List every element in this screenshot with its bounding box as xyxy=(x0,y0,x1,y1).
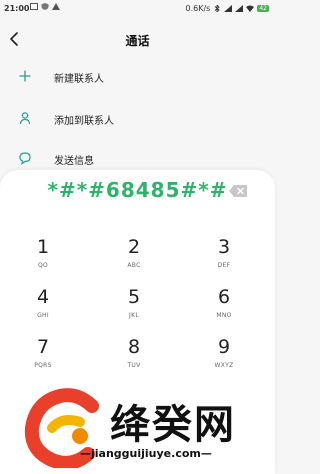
key-digit: 6 xyxy=(217,286,231,308)
key-letters: PQRS xyxy=(34,362,52,369)
add-to-contact-item[interactable]: 添加到联系人 xyxy=(0,104,275,134)
watermark-text: 绛癸网 xyxy=(110,402,236,448)
status-time: 21:00 xyxy=(4,4,30,13)
backspace-icon[interactable] xyxy=(228,184,248,198)
key-digit: 7 xyxy=(36,336,50,358)
app-header: 通话 xyxy=(0,26,275,54)
menu-item-label: 添加到联系人 xyxy=(54,116,114,127)
person-icon xyxy=(19,112,31,125)
key-digit: 3 xyxy=(217,236,231,258)
shield-icon xyxy=(41,3,49,10)
page-title: 通话 xyxy=(125,34,150,48)
plus-icon xyxy=(19,70,31,82)
key-letters: QO xyxy=(37,262,49,269)
key-digit: 1 xyxy=(36,236,50,258)
key-letters: JKL xyxy=(129,312,139,319)
network-speed: 0.6K/s xyxy=(185,4,211,13)
new-contact-item[interactable]: 新建联系人 xyxy=(0,62,275,92)
key-digit: 2 xyxy=(127,236,141,258)
signal-icon xyxy=(235,5,244,12)
key-letters: GHI xyxy=(37,312,49,319)
bluetooth-icon xyxy=(215,5,221,12)
watermark-url: —jiangguijiuye.com— xyxy=(80,447,212,460)
key-digit: 4 xyxy=(36,286,50,308)
notification-icons xyxy=(30,3,60,10)
battery-indicator: 42 xyxy=(257,5,269,12)
key-digit: 5 xyxy=(127,286,141,308)
menu-item-label: 发送信息 xyxy=(54,156,94,167)
warning-icon xyxy=(52,3,60,10)
signal-icon xyxy=(224,5,233,12)
key-letters: ABC xyxy=(127,262,141,269)
message-bubble-icon xyxy=(19,152,31,165)
menu-item-label: 新建联系人 xyxy=(54,74,104,85)
status-bar: 21:00 0.6K/s 42 xyxy=(0,0,275,18)
notification-icon xyxy=(30,3,38,10)
key-digit: 9 xyxy=(217,336,231,358)
wifi-icon xyxy=(246,5,255,12)
key-letters: MNO xyxy=(216,312,232,319)
key-digit: 8 xyxy=(127,336,141,358)
key-letters: WXYZ xyxy=(214,362,234,369)
key-letters: DEF xyxy=(217,262,231,269)
key-letters: TUV xyxy=(127,362,141,369)
status-right: 0.6K/s 42 xyxy=(186,4,269,13)
watermark: 绛癸网 —jiangguijiuye.com— xyxy=(0,380,275,474)
